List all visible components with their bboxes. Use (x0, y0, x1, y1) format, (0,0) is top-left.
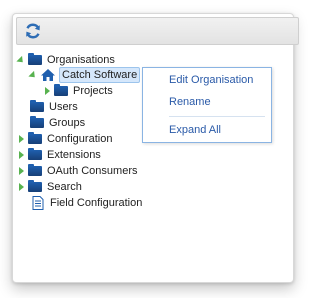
collapse-icon[interactable] (16, 55, 26, 65)
tree-item-configuration[interactable]: Configuration (16, 131, 114, 147)
tree-item-label: Configuration (47, 133, 113, 145)
rename-menu-item[interactable]: Rename (169, 96, 211, 108)
folder-icon (28, 180, 42, 192)
tree-item-label: Extensions (47, 149, 101, 161)
tree-item-label: Users (49, 101, 78, 113)
expand-icon[interactable] (42, 86, 52, 96)
tree-item-users[interactable]: Users (28, 99, 80, 115)
folder-icon (54, 84, 68, 96)
edit-organisation-menu-item[interactable]: Edit Organisation (169, 74, 253, 86)
tree-item-oauth-consumers[interactable]: OAuth Consumers (16, 163, 139, 179)
expand-icon[interactable] (16, 166, 26, 176)
context-menu: Edit Organisation Rename Expand All (142, 67, 272, 143)
tree-item-field-configuration[interactable]: Field Configuration (28, 195, 144, 211)
folder-icon (30, 116, 44, 128)
menu-divider (169, 116, 265, 117)
expand-icon[interactable] (16, 182, 26, 192)
tree-item-label: OAuth Consumers (47, 165, 138, 177)
expand-all-menu-item[interactable]: Expand All (169, 124, 221, 136)
tree-item-label: Groups (49, 117, 86, 129)
folder-icon (28, 164, 42, 176)
home-icon (41, 69, 55, 81)
document-icon (32, 196, 44, 210)
tree-toolbar (16, 17, 299, 45)
folder-icon (30, 100, 44, 112)
tree-item-label: Projects (73, 85, 113, 97)
collapse-icon[interactable] (28, 70, 38, 80)
tree-item-search[interactable]: Search (16, 179, 84, 195)
tree-item-label: Field Configuration (50, 197, 143, 209)
tree-item-label: Search (47, 181, 82, 193)
tree-item-organisations[interactable]: Organisations (16, 52, 117, 68)
tree-item-extensions[interactable]: Extensions (16, 147, 103, 163)
folder-icon (28, 53, 42, 65)
folder-icon (28, 132, 42, 144)
tree-item-groups[interactable]: Groups (28, 115, 87, 131)
tree-item-label: Organisations (47, 54, 115, 66)
tree-item-catch-software[interactable]: Catch Software (28, 67, 141, 83)
tree-item-projects[interactable]: Projects (42, 83, 115, 99)
expand-icon[interactable] (16, 150, 26, 160)
tree-item-label: Catch Software (59, 67, 141, 83)
refresh-icon[interactable] (24, 22, 42, 40)
expand-icon[interactable] (16, 134, 26, 144)
folder-icon (28, 148, 42, 160)
